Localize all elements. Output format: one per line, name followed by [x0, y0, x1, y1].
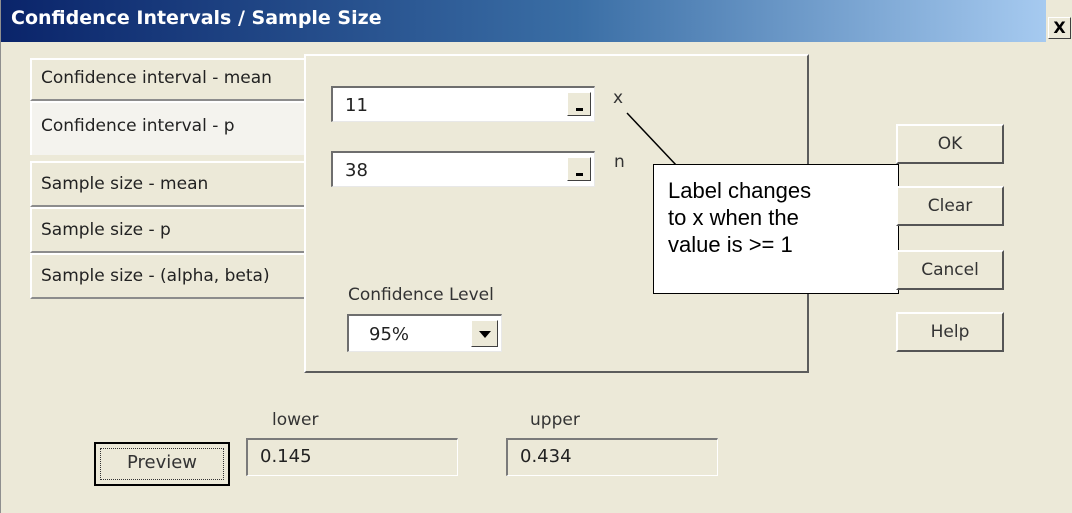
callout-line-1: Label changes: [668, 178, 812, 203]
upper-label: upper: [530, 410, 580, 430]
lower-bound-value: 0.145: [260, 446, 312, 467]
cancel-button[interactable]: Cancel: [896, 250, 1004, 290]
lower-label: lower: [272, 410, 319, 430]
dialog-window: Confidence Intervals / Sample Size X Con…: [0, 0, 1072, 513]
callout-annotation: Label changes to x when the value is >= …: [653, 164, 899, 294]
preview-button[interactable]: Preview: [94, 442, 230, 486]
help-button[interactable]: Help: [896, 312, 1004, 352]
chevron-down-icon[interactable]: [471, 320, 498, 347]
callout-line-3: value is >= 1: [668, 232, 793, 257]
ok-button[interactable]: OK: [896, 124, 1004, 164]
upper-bound-field: 0.434: [506, 438, 718, 476]
confidence-level-label: Confidence Level: [348, 285, 494, 305]
confidence-level-value: 95%: [369, 324, 410, 345]
confidence-level-select[interactable]: 95%: [347, 314, 502, 352]
lower-bound-field: 0.145: [246, 438, 458, 476]
upper-bound-value: 0.434: [520, 446, 572, 467]
preview-button-label: Preview: [126, 452, 198, 473]
callout-line-2: to x when the: [668, 205, 799, 230]
clear-button[interactable]: Clear: [896, 186, 1004, 226]
